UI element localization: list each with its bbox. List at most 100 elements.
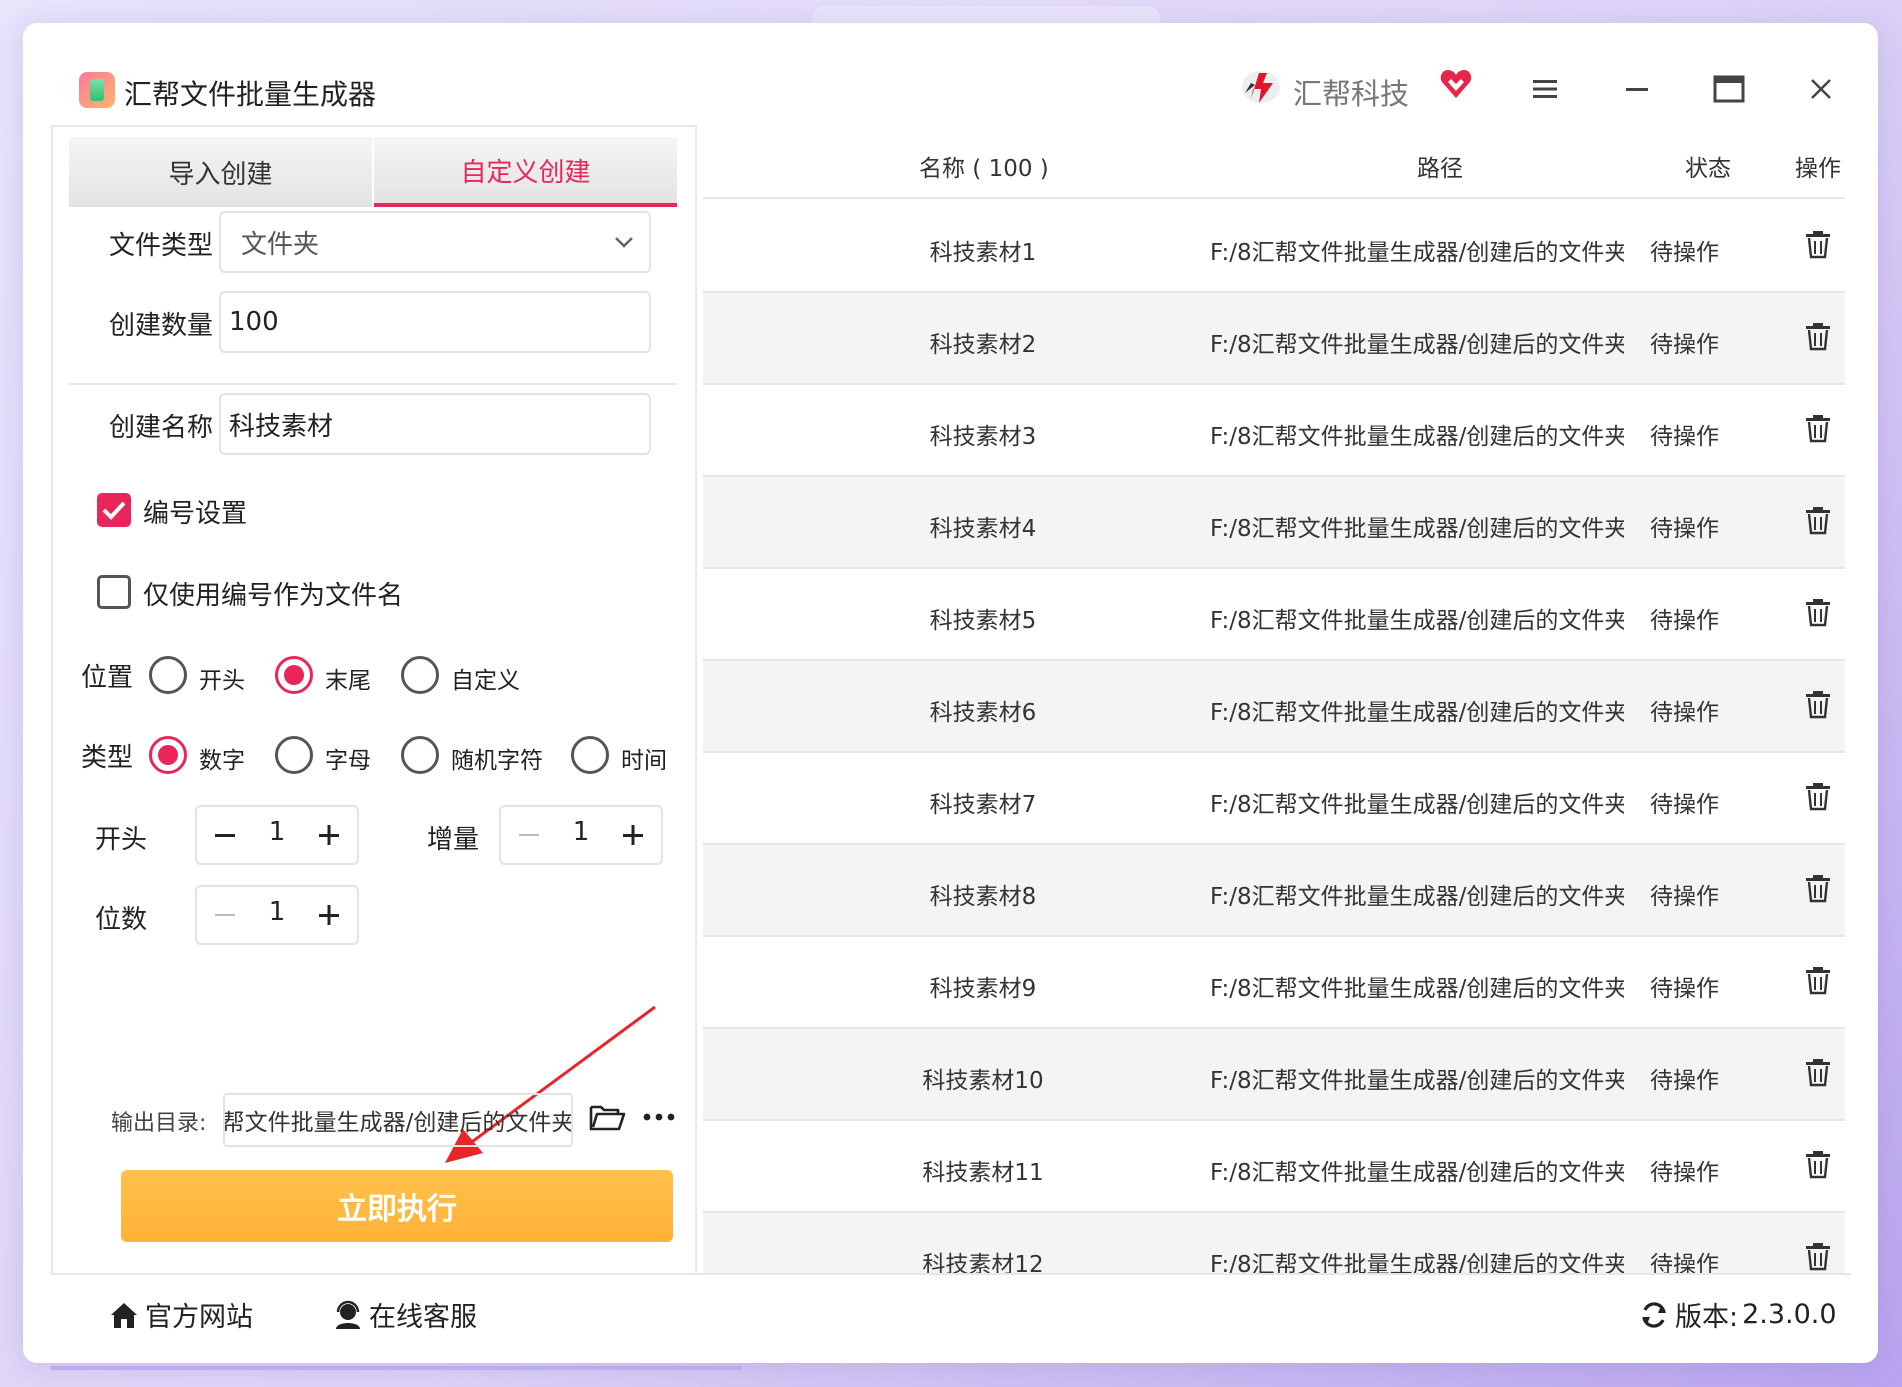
row-status: 待操作 — [1650, 976, 1719, 1002]
row-name: 科技素材2 — [929, 332, 1037, 358]
table-row[interactable]: 科技素材3 F:/8汇帮文件批量生成器/创建后的文件夹/科技素材3 待操作 — [703, 385, 1845, 477]
minimize-button[interactable] — [1617, 69, 1657, 109]
background-decoration-bar — [50, 1366, 742, 1370]
more-options-button[interactable] — [639, 1097, 679, 1137]
column-header-action: 操作 — [1795, 156, 1841, 182]
official-website-label: 官方网站 — [145, 1302, 253, 1333]
only-number-checkbox[interactable] — [97, 575, 131, 609]
position-radio-start[interactable] — [149, 656, 187, 694]
table-row[interactable]: 科技素材10 F:/8汇帮文件批量生成器/创建后的文件夹/科技素材10 待操作 — [703, 1029, 1845, 1121]
heart-icon — [1440, 70, 1472, 98]
type-label: 类型 — [81, 743, 134, 773]
name-label: 创建名称 — [109, 413, 214, 443]
output-dir-input[interactable]: F:/8汇帮文件批量生成器/创建后的文件夹 — [223, 1093, 573, 1147]
menu-icon — [1533, 80, 1557, 98]
type-radio-number[interactable] — [149, 736, 187, 774]
title-bar: 汇帮文件批量生成器 汇帮科技 — [23, 23, 1878, 125]
row-name: 科技素材11 — [922, 1160, 1044, 1186]
output-dir-label: 输出目录: — [111, 1111, 207, 1136]
table-row[interactable]: 科技素材4 F:/8汇帮文件批量生成器/创建后的文件夹/科技素材4 待操作 — [703, 477, 1845, 569]
count-label: 创建数量 — [109, 311, 214, 341]
delete-row-button[interactable] — [1803, 1057, 1837, 1091]
count-value: 100 — [229, 307, 279, 337]
delete-row-button[interactable] — [1803, 781, 1837, 815]
increment-value[interactable]: 1 — [551, 817, 611, 847]
official-website-link[interactable]: 官方网站 — [109, 1295, 253, 1334]
count-input[interactable]: 100 — [219, 291, 651, 353]
row-name: 科技素材9 — [929, 976, 1037, 1002]
start-value[interactable]: 1 — [247, 817, 307, 847]
row-status: 待操作 — [1650, 424, 1719, 450]
table-row[interactable]: 科技素材5 F:/8汇帮文件批量生成器/创建后的文件夹/科技素材5 待操作 — [703, 569, 1845, 661]
trash-icon — [1806, 231, 1830, 259]
table-row[interactable]: 科技素材6 F:/8汇帮文件批量生成器/创建后的文件夹/科技素材6 待操作 — [703, 661, 1845, 753]
position-option-end: 末尾 — [325, 668, 371, 694]
position-radio-custom[interactable] — [401, 656, 439, 694]
type-radio-random[interactable] — [401, 736, 439, 774]
online-support-link[interactable]: 在线客服 — [333, 1295, 477, 1334]
tab-custom-create[interactable]: 自定义创建 — [374, 137, 677, 207]
delete-row-button[interactable] — [1803, 413, 1837, 447]
type-radio-letter[interactable] — [275, 736, 313, 774]
row-status: 待操作 — [1650, 608, 1719, 634]
tab-import-create[interactable]: 导入创建 — [69, 137, 372, 207]
column-header-status: 状态 — [1685, 156, 1731, 182]
delete-row-button[interactable] — [1803, 689, 1837, 723]
maximize-icon — [1713, 75, 1745, 103]
digits-increment-button[interactable] — [309, 895, 349, 935]
table-row[interactable]: 科技素材12 F:/8汇帮文件批量生成器/创建后的文件夹/科技素材12 待操作 — [703, 1213, 1845, 1273]
table-row[interactable]: 科技素材8 F:/8汇帮文件批量生成器/创建后的文件夹/科技素材8 待操作 — [703, 845, 1845, 937]
table-row[interactable]: 科技素材1 F:/8汇帮文件批量生成器/创建后的文件夹/科技素材1 待操作 — [703, 201, 1845, 293]
minus-icon — [519, 834, 539, 836]
row-path: F:/8汇帮文件批量生成器/创建后的文件夹/科技素材1 — [1210, 240, 1624, 266]
row-path: F:/8汇帮文件批量生成器/创建后的文件夹/科技素材4 — [1210, 516, 1624, 542]
trash-icon — [1806, 415, 1830, 443]
increment-decrement-button[interactable] — [509, 815, 549, 855]
trash-icon — [1806, 599, 1830, 627]
checkmark-icon — [102, 501, 126, 520]
table-row[interactable]: 科技素材7 F:/8汇帮文件批量生成器/创建后的文件夹/科技素材7 待操作 — [703, 753, 1845, 845]
app-logo-icon — [79, 72, 115, 108]
plus-icon — [319, 905, 339, 925]
file-type-select[interactable]: 文件夹 — [219, 211, 651, 273]
execute-button[interactable]: 立即执行 — [121, 1170, 673, 1242]
row-path: F:/8汇帮文件批量生成器/创建后的文件夹/科技素材11 — [1210, 1160, 1624, 1186]
settings-panel: 导入创建 自定义创建 文件类型 文件夹 创建数量 100 创建名称 科技素材 编… — [51, 125, 697, 1273]
maximize-button[interactable] — [1709, 69, 1749, 109]
start-increment-button[interactable] — [309, 815, 349, 855]
delete-row-button[interactable] — [1803, 965, 1837, 999]
delete-row-button[interactable] — [1803, 597, 1837, 631]
table-row[interactable]: 科技素材2 F:/8汇帮文件批量生成器/创建后的文件夹/科技素材2 待操作 — [703, 293, 1845, 385]
refresh-icon — [1642, 1301, 1666, 1328]
menu-button[interactable] — [1525, 69, 1565, 109]
increment-increment-button[interactable] — [613, 815, 653, 855]
row-name: 科技素材3 — [929, 424, 1037, 450]
row-status: 待操作 — [1650, 1068, 1719, 1094]
digits-value[interactable]: 1 — [247, 897, 307, 927]
delete-row-button[interactable] — [1803, 873, 1837, 907]
row-path: F:/8汇帮文件批量生成器/创建后的文件夹/科技素材8 — [1210, 884, 1624, 910]
trash-icon — [1806, 323, 1830, 351]
close-button[interactable] — [1801, 69, 1841, 109]
delete-row-button[interactable] — [1803, 229, 1837, 263]
type-radio-time[interactable] — [571, 736, 609, 774]
name-input[interactable]: 科技素材 — [219, 393, 651, 455]
numbering-checkbox[interactable] — [97, 493, 131, 527]
row-status: 待操作 — [1650, 1252, 1719, 1273]
row-name: 科技素材7 — [929, 792, 1037, 818]
row-status: 待操作 — [1650, 332, 1719, 358]
table-row[interactable]: 科技素材9 F:/8汇帮文件批量生成器/创建后的文件夹/科技素材9 待操作 — [703, 937, 1845, 1029]
start-decrement-button[interactable] — [205, 815, 245, 855]
position-radio-end[interactable] — [275, 656, 313, 694]
table-row[interactable]: 科技素材11 F:/8汇帮文件批量生成器/创建后的文件夹/科技素材11 待操作 — [703, 1121, 1845, 1213]
delete-row-button[interactable] — [1803, 1241, 1837, 1273]
brand-name: 汇帮科技 — [1293, 77, 1410, 111]
delete-row-button[interactable] — [1803, 321, 1837, 355]
increment-stepper: 1 — [499, 805, 663, 865]
delete-row-button[interactable] — [1803, 1149, 1837, 1183]
trash-icon — [1806, 507, 1830, 535]
row-path: F:/8汇帮文件批量生成器/创建后的文件夹/科技素材9 — [1210, 976, 1624, 1002]
digits-decrement-button[interactable] — [205, 895, 245, 935]
delete-row-button[interactable] — [1803, 505, 1837, 539]
browse-folder-button[interactable] — [587, 1097, 627, 1137]
